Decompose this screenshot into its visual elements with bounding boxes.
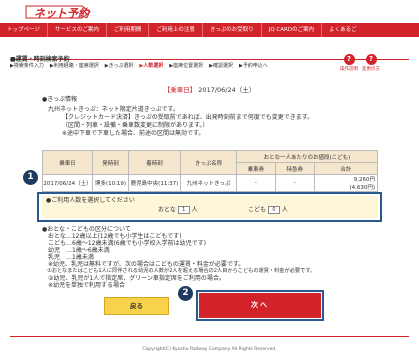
step-passengers: ▶人数選択 <box>139 63 164 69</box>
ticket-info-line: （区間・列車・設備・乗車数変更に制限があります。） <box>62 122 209 129</box>
nav-item-pickup[interactable]: きっぷのお受取り <box>203 23 262 37</box>
col-express: 特急券 <box>274 162 315 175</box>
child-unit: 人 <box>281 206 288 214</box>
step-route: ▶利用経路・座席選択 <box>49 63 99 69</box>
footer-divider <box>10 336 409 337</box>
cell-express: - <box>274 174 315 192</box>
ticket-info-name: 九州ネットきっぷ：ネット限定片道きっぷです。 <box>48 106 179 113</box>
step-badge-1: 1 <box>23 170 38 185</box>
help-operation[interactable]: ? 操作説明 <box>340 54 358 72</box>
step-ticket: ▶きっぷ選択 <box>104 63 134 69</box>
child-select[interactable]: 0 <box>267 206 280 214</box>
nav-item-notes[interactable]: ご利用上の注意 <box>149 23 203 37</box>
step-apply: ▶予約申込へ <box>238 63 268 69</box>
cell-ticket: 九州ネットきっぷ <box>180 174 237 192</box>
adult-count: おとな 1 人 <box>158 206 198 215</box>
col-ticket: きっぷ名称 <box>180 150 237 175</box>
nav-item-service[interactable]: サービスのご案内 <box>48 23 107 37</box>
cell-arr: 鹿児島中央(11:37) <box>128 174 181 192</box>
passenger-prompt: ●ご利用人数を選択してください <box>46 197 135 204</box>
next-button[interactable]: 次へ <box>199 293 321 318</box>
nav-item-jqcard[interactable]: JQ CARDのご案内 <box>262 23 323 37</box>
nav-item-top[interactable]: トップページ <box>0 23 48 37</box>
ticket-info-line: 【クレジットカード決済】きっぷの受取前であれば、出発時刻前まで何度でも変更できま… <box>62 114 314 121</box>
help-operation-label: 操作説明 <box>340 67 358 72</box>
progress-steps: ▶検索条件入力 ▶利用経路・座席選択 ▶きっぷ選択 ▶人数選択 ▶座席位置選択 … <box>10 62 350 72</box>
step-confirm: ▶確認選択 <box>209 63 233 69</box>
ticket-info-heading: ●きっぷ情報 <box>42 96 77 103</box>
cell-date: 2017/06/24（土） <box>42 174 93 192</box>
col-price: おとな一人あたりのお値段(こども) <box>236 150 378 163</box>
adult-label: おとな <box>158 206 176 214</box>
step-search: ▶検索条件入力 <box>10 63 44 69</box>
back-button[interactable]: 戻る <box>104 297 169 315</box>
total-adult: 9,260円 <box>353 177 375 183</box>
question-icon: ? <box>365 54 377 65</box>
ride-date: 【乗車日】 2017/06/24（土） <box>0 84 419 94</box>
help-change[interactable]: ? 変更の方 <box>362 54 380 72</box>
nav-item-period[interactable]: ご利用期間 <box>107 23 150 37</box>
help-change-label: 変更の方 <box>362 67 380 72</box>
child-label: こども <box>248 206 267 214</box>
adult-select[interactable]: 1 <box>177 206 190 214</box>
col-total: 合計 <box>313 162 379 175</box>
ride-date-label: 【乗車日】 <box>163 86 197 94</box>
cell-fare: - <box>236 174 276 192</box>
col-date: 乗車日 <box>42 150 93 175</box>
child-count: こども 0 人 <box>248 206 288 215</box>
ticket-info-line: ※途中下車で下車した場合、前途の区間は無効です。 <box>62 130 205 137</box>
adult-unit: 人 <box>191 206 198 214</box>
col-dep: 発時刻 <box>92 150 129 175</box>
table-row: 2017/06/24（土） 博多(10:19) 鹿児島中央(11:37) 九州ネ… <box>42 174 379 192</box>
logo[interactable]: ネット予約 <box>22 2 94 22</box>
logo-text: ネット予約 <box>34 7 89 20</box>
note-line: ①おとなまたはこども1人に同伴される幼児の人数が2人を超える場合の2人目からこど… <box>42 268 316 274</box>
cell-total: 9,260円 (4,630円) <box>313 174 379 192</box>
fare-table: 乗車日 発時刻 着時刻 きっぷ名称 おとな一人あたりのお値段(こども) 乗車券 … <box>42 150 379 192</box>
note-line: ※幼児を単独で利用する場合 <box>42 282 126 289</box>
total-child: (4,630円) <box>349 185 375 191</box>
question-icon: ? <box>343 54 355 65</box>
cell-dep: 博多(10:19) <box>92 174 129 192</box>
col-fare: 乗車券 <box>236 162 276 175</box>
footer-copyright: Copyright(C) Kyushu Railway Company All … <box>142 347 277 352</box>
step-seat: ▶座席位置選択 <box>169 63 204 69</box>
step-badge-2: 2 <box>178 286 193 301</box>
main-nav: トップページ サービスのご案内 ご利用期間 ご利用上の注意 きっぷのお受取り J… <box>0 23 419 37</box>
ride-date-value: 2017/06/24（土） <box>198 86 256 94</box>
col-arr: 着時刻 <box>128 150 181 175</box>
nav-item-faq[interactable]: よくあるご <box>322 23 364 37</box>
